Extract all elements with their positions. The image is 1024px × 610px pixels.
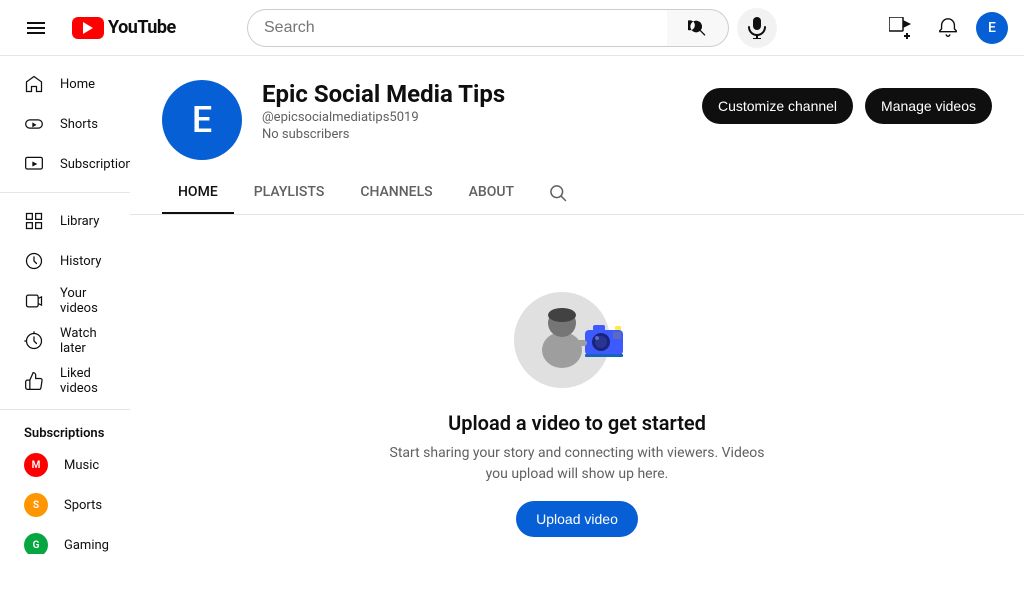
history-icon	[24, 251, 44, 271]
mic-button[interactable]	[737, 8, 777, 48]
shorts-icon	[24, 114, 44, 134]
tab-search-button[interactable]	[542, 177, 574, 209]
sidebar-divider-1	[0, 192, 130, 193]
tab-search-icon	[548, 183, 568, 203]
sidebar: Home Shorts Subscriptions Library	[0, 56, 130, 554]
sidebar-label-gaming-sub: Gaming	[64, 538, 109, 553]
header-center	[176, 8, 848, 48]
layout: Home Shorts Subscriptions Library	[0, 56, 1024, 554]
header-left: YouTube	[16, 8, 176, 48]
sidebar-label-watch-later: Watch later	[60, 326, 106, 356]
sidebar-item-watch-later[interactable]: Watch later	[8, 321, 122, 361]
sidebar-item-history[interactable]: History	[8, 241, 122, 281]
tab-playlists[interactable]: PLAYLISTS	[238, 172, 341, 214]
notification-button[interactable]	[928, 8, 968, 48]
sidebar-label-subscriptions: Subscriptions	[60, 157, 130, 172]
sidebar-label-library: Library	[60, 214, 99, 229]
empty-state-description: Start sharing your story and connecting …	[377, 443, 777, 485]
sidebar-label-home: Home	[60, 77, 95, 92]
channel-tabs: HOME PLAYLISTS CHANNELS ABOUT	[130, 172, 1024, 215]
upload-illustration	[497, 275, 657, 395]
sidebar-item-your-videos[interactable]: Your videos	[8, 281, 122, 321]
sidebar-item-library[interactable]: Library	[8, 201, 122, 241]
customize-channel-button[interactable]: Customize channel	[702, 88, 853, 124]
subscriptions-icon	[24, 154, 44, 174]
sidebar-item-shorts[interactable]: Shorts	[8, 104, 122, 144]
search-input[interactable]	[247, 9, 667, 47]
sidebar-item-subscriptions[interactable]: Subscriptions	[8, 144, 122, 184]
watch-later-icon	[24, 331, 44, 351]
notification-icon	[937, 17, 959, 39]
sidebar-item-home[interactable]: Home	[8, 64, 122, 104]
mic-icon	[748, 17, 766, 39]
search-bar	[247, 9, 729, 47]
search-button[interactable]	[667, 9, 729, 47]
home-icon	[24, 74, 44, 94]
gaming-sub-icon: G	[24, 533, 48, 554]
youtube-logo[interactable]: YouTube	[72, 17, 176, 39]
manage-videos-button[interactable]: Manage videos	[865, 88, 992, 124]
hamburger-icon	[27, 22, 45, 34]
empty-state: Upload a video to get started Start shar…	[130, 215, 1024, 554]
sidebar-item-liked-videos[interactable]: Liked videos	[8, 361, 122, 401]
channel-avatar: E	[162, 80, 242, 160]
channel-name: Epic Social Media Tips	[262, 80, 682, 108]
upload-video-button[interactable]: Upload video	[516, 501, 638, 537]
channel-actions: Customize channel Manage videos	[702, 80, 992, 124]
liked-videos-icon	[24, 371, 44, 391]
header-right: E	[848, 8, 1008, 48]
sidebar-divider-2	[0, 409, 130, 410]
create-icon	[889, 17, 911, 39]
header: YouTube	[0, 0, 1024, 56]
your-videos-icon	[24, 291, 44, 311]
channel-subscribers: No subscribers	[262, 127, 682, 142]
create-button[interactable]	[880, 8, 920, 48]
empty-state-title: Upload a video to get started	[448, 411, 706, 435]
channel-info: E Epic Social Media Tips @epicsocialmedi…	[130, 56, 1024, 160]
sidebar-label-liked-videos: Liked videos	[60, 366, 106, 396]
sidebar-label-history: History	[60, 254, 101, 269]
sports-sub-icon: S	[24, 493, 48, 517]
tab-home[interactable]: HOME	[162, 172, 234, 214]
subscriptions-section-title: Subscriptions	[0, 418, 130, 445]
sidebar-label-sports-sub: Sports	[64, 498, 102, 513]
sidebar-item-sports-sub[interactable]: S Sports	[8, 485, 122, 525]
search-icon	[688, 18, 708, 38]
channel-handle: @epicsocialmediatips5019	[262, 110, 682, 125]
hamburger-button[interactable]	[16, 8, 56, 48]
sidebar-item-gaming-sub[interactable]: G Gaming	[8, 525, 122, 554]
sidebar-label-shorts: Shorts	[60, 117, 98, 132]
channel-details: Epic Social Media Tips @epicsocialmediat…	[262, 80, 682, 142]
music-sub-icon: M	[24, 453, 48, 477]
sidebar-label-your-videos: Your videos	[60, 286, 106, 316]
main-content: E Epic Social Media Tips @epicsocialmedi…	[130, 56, 1024, 554]
tab-about[interactable]: ABOUT	[453, 172, 530, 214]
yt-logo-icon	[72, 17, 104, 39]
library-icon	[24, 211, 44, 231]
tab-channels[interactable]: CHANNELS	[344, 172, 448, 214]
sidebar-label-music-sub: Music	[64, 458, 99, 473]
sidebar-item-music-sub[interactable]: M Music	[8, 445, 122, 485]
yt-logo-text: YouTube	[108, 17, 176, 38]
user-avatar[interactable]: E	[976, 12, 1008, 44]
